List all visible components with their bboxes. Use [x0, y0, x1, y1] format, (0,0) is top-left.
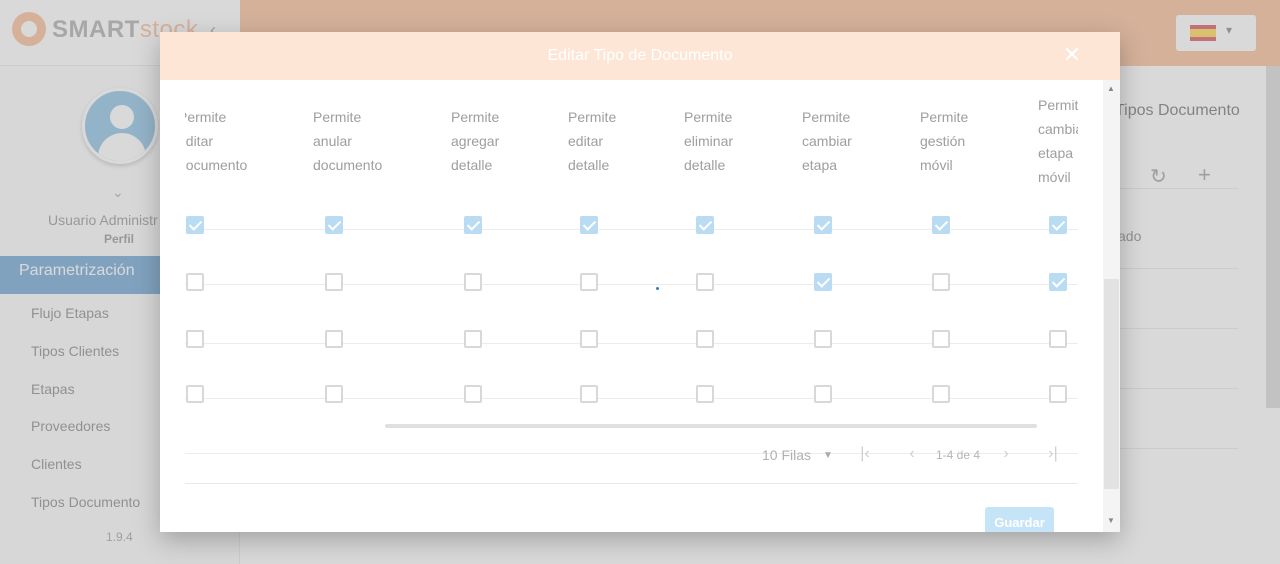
caret-down-icon[interactable]: ▼: [823, 450, 833, 461]
permission-checkbox[interactable]: [186, 273, 204, 291]
permission-checkbox[interactable]: [325, 330, 343, 348]
close-icon[interactable]: ✕: [1060, 44, 1084, 68]
column-header-line: gestión: [920, 133, 966, 149]
permission-checkbox[interactable]: [696, 216, 714, 234]
column-header-line: detalle: [684, 157, 726, 173]
scroll-down-icon[interactable]: ▼: [1107, 516, 1115, 525]
rows-per-page-select[interactable]: 10 Filas: [762, 447, 811, 463]
edit-document-type-modal: Editar Tipo de Documento ✕ Permite edita…: [160, 32, 1120, 532]
modal-vertical-scrollbar[interactable]: ▲ ▼: [1103, 80, 1120, 532]
permission-checkbox[interactable]: [464, 330, 482, 348]
permission-checkbox[interactable]: [1049, 330, 1067, 348]
column-header-line: Permite: [802, 109, 851, 125]
permission-checkbox[interactable]: [464, 216, 482, 234]
next-page-icon[interactable]: ›: [994, 442, 1018, 466]
save-button[interactable]: Guardar: [985, 507, 1054, 532]
column-header-line: agregar: [451, 133, 500, 149]
permission-checkbox[interactable]: [325, 216, 343, 234]
column-header-line: cambiar: [1038, 121, 1078, 137]
column-header-line: Permite: [451, 109, 500, 125]
permission-checkbox[interactable]: [696, 330, 714, 348]
column-header-line: anular: [313, 133, 352, 149]
column-header: Permite cambiar etapa: [802, 105, 852, 177]
modal-header: Editar Tipo de Documento ✕: [160, 32, 1120, 80]
permission-checkbox[interactable]: [814, 273, 832, 291]
permission-checkbox[interactable]: [1049, 216, 1067, 234]
column-header-line: cambiar: [802, 133, 852, 149]
column-header: Permite editar detalle: [568, 105, 616, 177]
pagination-range: 1-4 de 4: [936, 448, 981, 462]
first-page-icon[interactable]: |‹: [853, 442, 877, 466]
permission-checkbox[interactable]: [580, 330, 598, 348]
permission-checkbox[interactable]: [932, 273, 950, 291]
prev-page-icon[interactable]: ‹: [900, 442, 924, 466]
permission-checkbox[interactable]: [932, 216, 950, 234]
column-header-line: detalle: [451, 157, 493, 173]
column-header-line: etapa: [1038, 145, 1074, 161]
permission-checkbox[interactable]: [696, 385, 714, 403]
permission-checkbox[interactable]: [580, 216, 598, 234]
permission-checkbox[interactable]: [696, 273, 714, 291]
column-header-line: editar: [568, 133, 604, 149]
column-header-line: editar: [185, 133, 214, 149]
column-header: Permite gestión móvil: [920, 105, 968, 177]
permissions-table: Permite editar documento Permite anular …: [185, 80, 1078, 484]
permission-checkbox[interactable]: [186, 330, 204, 348]
column-header-line: Permite: [920, 109, 969, 125]
column-header: Permite editar documento: [185, 105, 247, 177]
permission-checkbox[interactable]: [814, 385, 832, 403]
column-header-line: móvil: [920, 157, 953, 173]
permission-checkbox[interactable]: [325, 385, 343, 403]
horizontal-scrollbar[interactable]: [385, 424, 1037, 428]
column-header-line: Permite: [684, 109, 733, 125]
permission-checkbox[interactable]: [814, 216, 832, 234]
permission-checkbox[interactable]: [580, 273, 598, 291]
column-header-line: Permite: [185, 109, 227, 125]
permission-checkbox[interactable]: [814, 330, 832, 348]
loading-spinner: [656, 287, 659, 290]
column-header-line: Permite: [1038, 97, 1078, 113]
last-page-icon[interactable]: ›|: [1041, 442, 1065, 466]
permission-checkbox[interactable]: [186, 216, 204, 234]
modal-title: Editar Tipo de Documento: [547, 47, 733, 64]
permission-checkbox[interactable]: [580, 385, 598, 403]
column-header-line: eliminar: [684, 133, 734, 149]
permission-checkbox[interactable]: [932, 385, 950, 403]
permission-checkbox[interactable]: [325, 273, 343, 291]
column-header-line: móvil: [1038, 169, 1071, 185]
permission-checkbox[interactable]: [1049, 273, 1067, 291]
column-header-line: detalle: [568, 157, 610, 173]
column-header: Permite agregar detalle: [451, 105, 499, 177]
permission-checkbox[interactable]: [464, 385, 482, 403]
column-header-line: documento: [313, 157, 383, 173]
column-header-line: Permite: [313, 109, 362, 125]
column-header-line: documento: [185, 157, 248, 173]
column-header: Permite anular documento: [313, 105, 382, 177]
scrollbar-thumb[interactable]: [1104, 279, 1119, 489]
permission-checkbox[interactable]: [186, 385, 204, 403]
permission-checkbox[interactable]: [464, 273, 482, 291]
column-header: Permite cambiar etapa móvil: [1038, 93, 1078, 189]
column-header-line: Permite: [568, 109, 617, 125]
scroll-up-icon[interactable]: ▲: [1107, 84, 1115, 93]
column-header: Permite eliminar detalle: [684, 105, 733, 177]
permission-checkbox[interactable]: [1049, 385, 1067, 403]
permission-checkbox[interactable]: [932, 330, 950, 348]
column-header-line: etapa: [802, 157, 838, 173]
